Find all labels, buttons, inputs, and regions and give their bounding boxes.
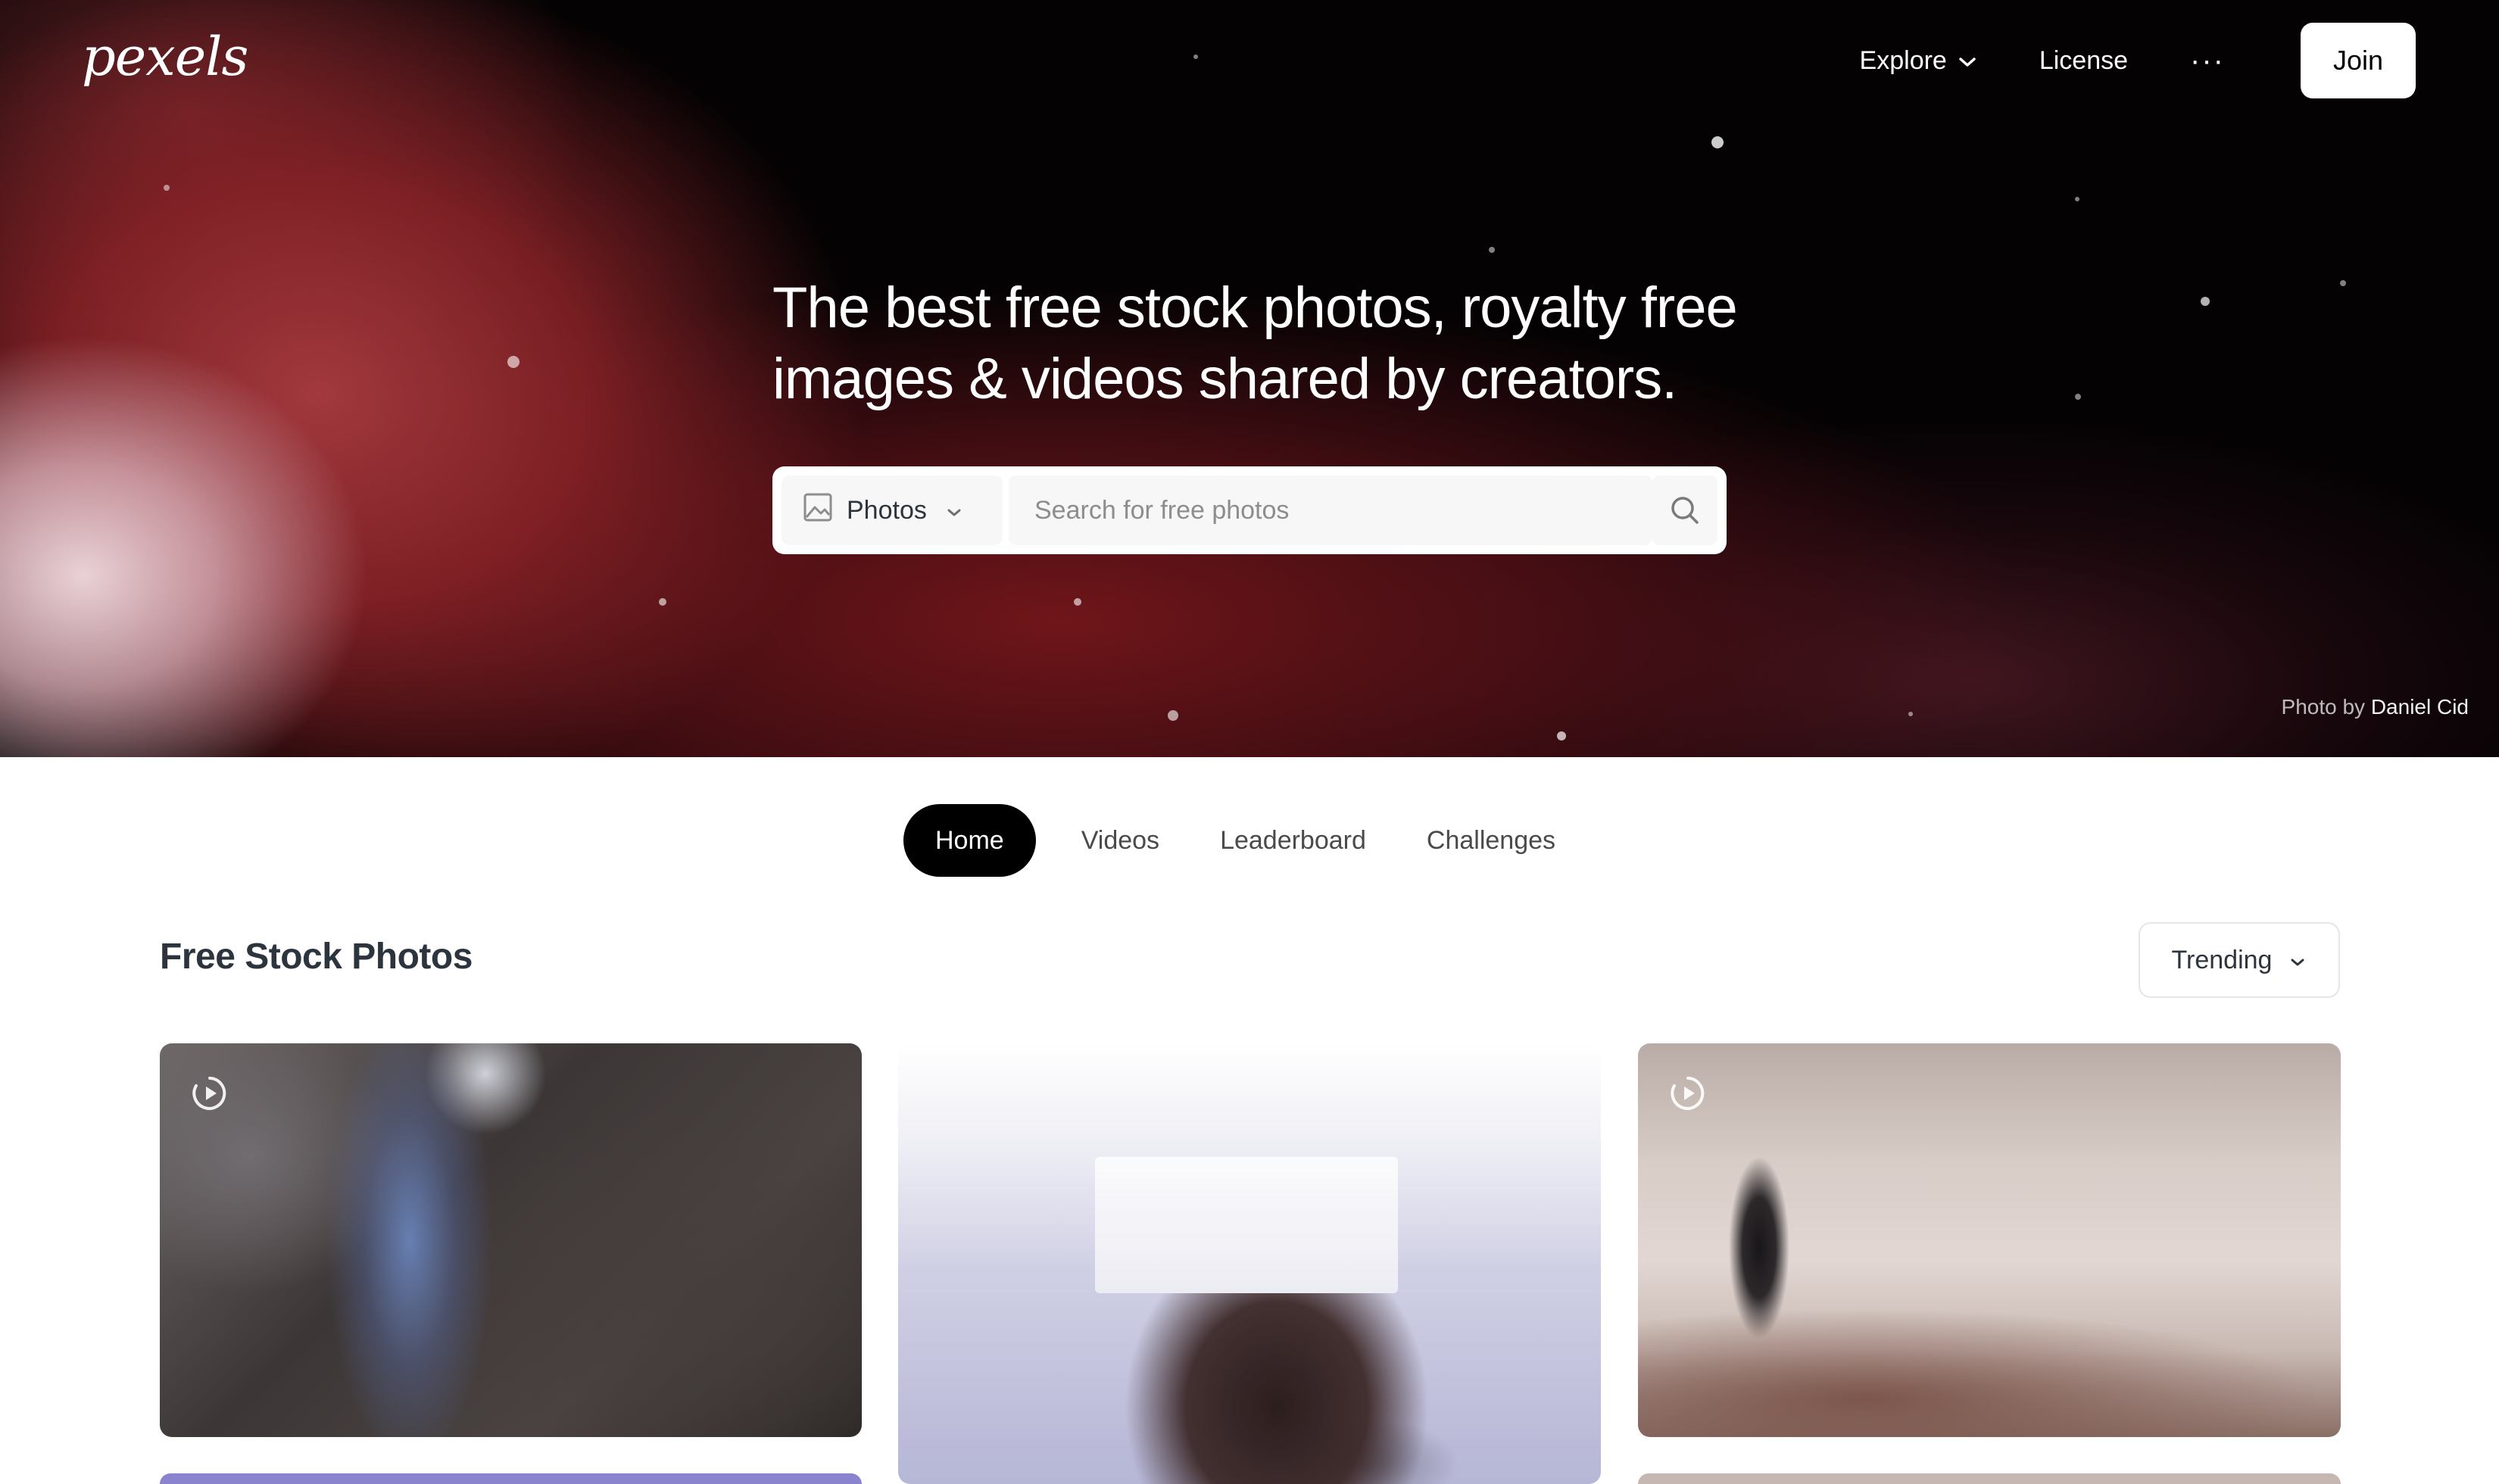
photo-credit-prefix: Photo by xyxy=(2281,695,2366,719)
section-title: Free Stock Photos xyxy=(160,937,473,977)
star xyxy=(2075,197,2079,201)
star xyxy=(1489,247,1495,253)
media-card[interactable] xyxy=(898,1043,1601,1484)
join-button[interactable]: Join xyxy=(2301,23,2416,98)
sort-label: Trending xyxy=(2171,945,2273,974)
tab-leaderboard[interactable]: Leaderboard xyxy=(1220,804,1366,877)
more-options-icon[interactable]: ··· xyxy=(2190,45,2225,76)
play-video-icon xyxy=(192,1075,228,1111)
star xyxy=(507,356,519,368)
search-input[interactable] xyxy=(1009,475,1652,545)
search-type-dropdown[interactable]: Photos xyxy=(782,475,1003,545)
chevron-down-icon xyxy=(945,496,963,525)
star xyxy=(1711,136,1724,148)
card-photo-detail xyxy=(1095,1157,1398,1293)
star xyxy=(2201,297,2210,306)
chevron-down-icon xyxy=(1958,46,1977,76)
photo-credit: Photo by Daniel Cid xyxy=(2282,695,2469,719)
hero-headline: The best free stock photos, royalty free… xyxy=(772,276,1738,411)
search-bar: Photos xyxy=(772,466,1727,554)
star xyxy=(1908,712,1913,716)
search-icon[interactable] xyxy=(1652,475,1717,545)
hero-banner: pexels Explore License ··· Join The best… xyxy=(0,0,2499,757)
photo-credit-author[interactable]: Daniel Cid xyxy=(2371,695,2469,719)
star xyxy=(2075,394,2081,400)
star xyxy=(1074,598,1081,606)
star xyxy=(1168,710,1178,721)
tab-videos[interactable]: Videos xyxy=(1081,804,1159,877)
tab-home[interactable]: Home xyxy=(903,804,1036,877)
media-card[interactable] xyxy=(1638,1473,2341,1484)
play-video-icon xyxy=(1670,1075,1706,1111)
pexels-logo[interactable]: pexels xyxy=(82,26,248,88)
nav-explore-label: Explore xyxy=(1859,45,1947,75)
star xyxy=(659,598,666,606)
chevron-down-icon xyxy=(2288,946,2307,975)
image-icon xyxy=(803,492,833,529)
media-card[interactable] xyxy=(160,1473,862,1484)
nav-explore[interactable]: Explore xyxy=(1860,46,1977,76)
media-card[interactable] xyxy=(1638,1043,2341,1437)
tab-challenges[interactable]: Challenges xyxy=(1427,804,1555,877)
sort-dropdown[interactable]: Trending xyxy=(2139,922,2340,998)
top-nav: Explore License ··· Join xyxy=(1860,23,2416,98)
search-type-label: Photos xyxy=(847,495,927,525)
star xyxy=(164,185,170,191)
star xyxy=(1557,731,1566,740)
media-card[interactable] xyxy=(160,1043,862,1437)
star xyxy=(1193,55,1198,59)
star xyxy=(2340,280,2346,286)
nav-license[interactable]: License xyxy=(2039,46,2128,76)
main-tabs: Home Videos Leaderboard Challenges xyxy=(903,804,1555,877)
